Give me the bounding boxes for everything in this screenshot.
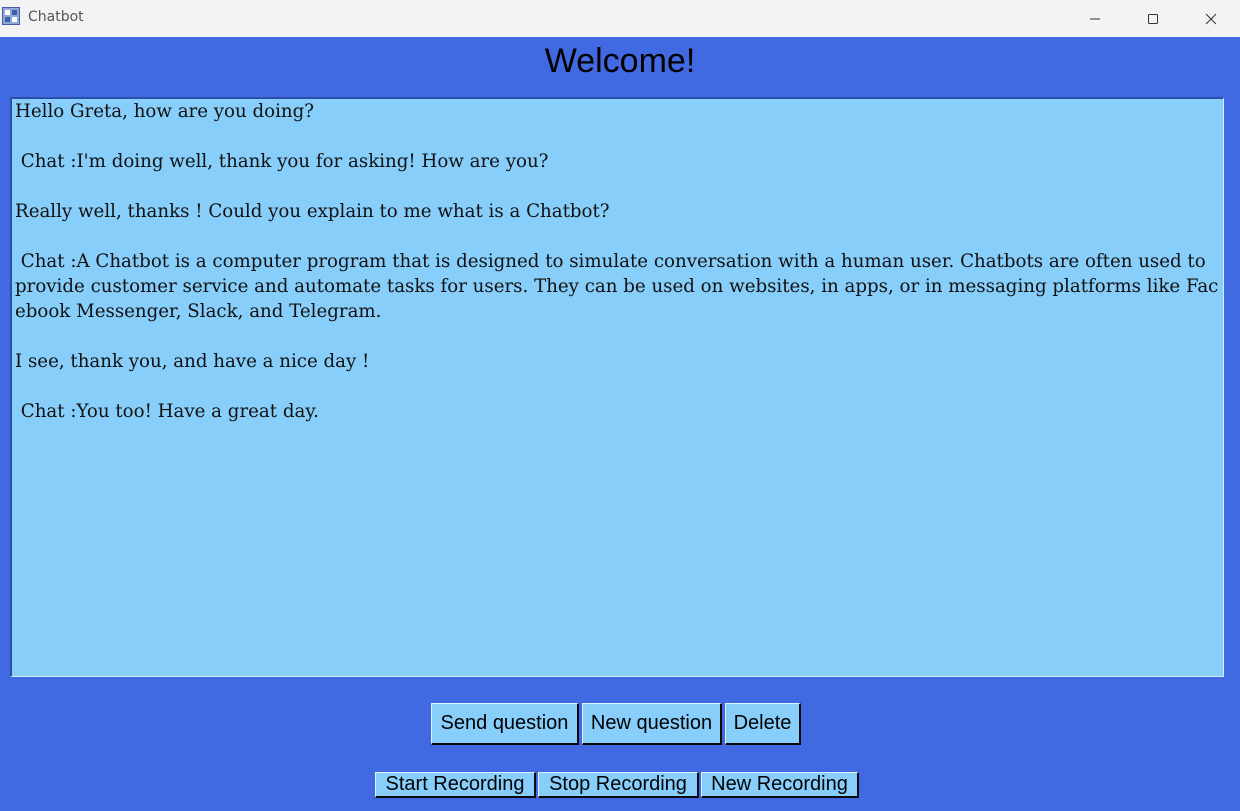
minimize-icon — [1090, 18, 1100, 19]
delete-button[interactable]: Delete — [725, 703, 801, 745]
new-recording-button[interactable]: New Recording — [701, 772, 859, 798]
close-button[interactable] — [1182, 0, 1240, 37]
welcome-heading: Welcome! — [544, 42, 696, 80]
stop-recording-button[interactable]: Stop Recording — [538, 772, 699, 798]
start-recording-button[interactable]: Start Recording — [375, 772, 536, 798]
chat-transcript-textarea[interactable]: Hello Greta, how are you doing? Chat :I'… — [10, 97, 1224, 677]
close-icon — [1205, 13, 1217, 24]
chatbot-app-icon — [2, 7, 20, 25]
new-question-button[interactable]: New question — [582, 703, 722, 745]
minimize-button[interactable] — [1066, 0, 1124, 37]
window-title: Chatbot — [28, 9, 84, 25]
send-question-button[interactable]: Send question — [431, 703, 579, 745]
window-titlebar: Chatbot — [0, 0, 1240, 37]
maximize-icon — [1148, 13, 1158, 24]
maximize-button[interactable] — [1124, 0, 1182, 37]
